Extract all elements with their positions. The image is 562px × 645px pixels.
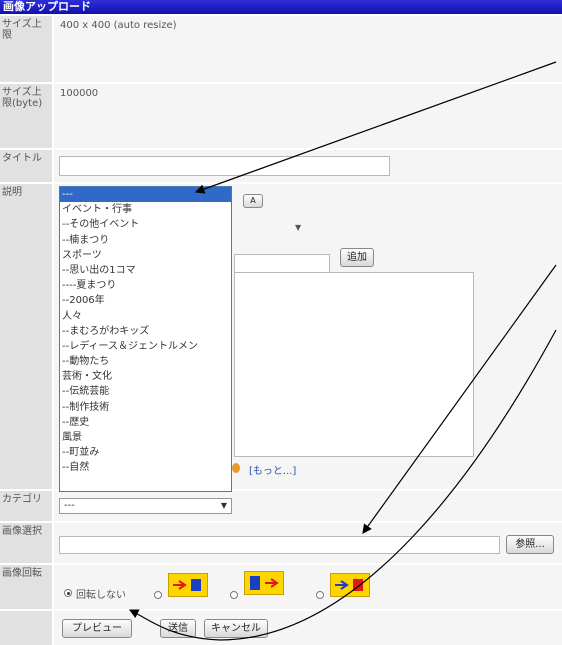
rotate-row: 画像回転 回転しない [0, 565, 562, 609]
rotate-cell [54, 565, 562, 609]
category-label: カテゴリ [0, 491, 52, 521]
title-input[interactable] [59, 156, 390, 176]
file-path-input[interactable] [59, 536, 500, 554]
dropdown-option[interactable]: --自然 [60, 460, 231, 475]
category-dropdown-list[interactable]: --- イベント・行事 --その他イベント --楠まつり スポーツ --思い出の1コマ --… [59, 186, 232, 492]
rotate-180-icon[interactable] [244, 571, 284, 595]
more-link[interactable]: [もっと...] [249, 462, 296, 477]
file-label: 画像選択 [0, 523, 52, 563]
size-limit-value: 400 x 400 (auto resize) [54, 16, 562, 82]
no-rotate-radio[interactable] [64, 589, 72, 597]
rotate-right-icon[interactable] [330, 573, 370, 597]
dropdown-option[interactable]: --その他イベント [60, 217, 231, 232]
dropdown-option[interactable]: --伝統芸能 [60, 384, 231, 399]
dropdown-option[interactable]: 人々 [60, 309, 231, 324]
dropdown-option[interactable]: --思い出の1コマ [60, 263, 231, 278]
rotate-left-radio[interactable] [154, 591, 162, 599]
panel-title: 画像アップロード [0, 0, 562, 14]
title-row: タイトル [0, 150, 562, 182]
byte-limit-label: サイズ上限(byte) [0, 84, 52, 148]
dropdown-option[interactable]: --まむろがわキッズ [60, 324, 231, 339]
description-textarea[interactable] [234, 272, 474, 457]
cancel-button[interactable]: キャンセル [204, 619, 268, 638]
no-rotate-label: 回転しない [76, 590, 126, 601]
size-limit-row: サイズ上限 400 x 400 (auto resize) [0, 16, 562, 82]
rotate-180-radio[interactable] [230, 591, 238, 599]
preview-button[interactable]: プレビュー [62, 619, 132, 638]
dropdown-option[interactable]: --動物たち [60, 354, 231, 369]
rotate-left-icon[interactable] [168, 573, 208, 597]
category-row: カテゴリ --- ▼ [0, 491, 562, 521]
dropdown-option[interactable]: スポーツ [60, 248, 231, 263]
byte-limit-row: サイズ上限(byte) 100000 [0, 84, 562, 148]
add-button[interactable]: 追加 [340, 248, 374, 267]
dropdown-option[interactable]: --歴史 [60, 415, 231, 430]
dropdown-option[interactable]: ----夏まつり [60, 278, 231, 293]
dropdown-option[interactable]: イベント・行事 [60, 202, 231, 217]
dropdown-option[interactable]: --楠まつり [60, 233, 231, 248]
dropdown-option[interactable]: --町並み [60, 445, 231, 460]
rotate-label: 画像回転 [0, 565, 52, 609]
more-icon [232, 463, 240, 473]
dropdown-option[interactable]: --制作技術 [60, 400, 231, 415]
category-select-value: --- [64, 500, 75, 511]
browse-button[interactable]: 参照... [506, 535, 554, 554]
dropdown-option[interactable]: --2006年 [60, 293, 231, 308]
dropdown-option[interactable]: 芸術・文化 [60, 369, 231, 384]
title-label: タイトル [0, 150, 52, 182]
category-select[interactable]: --- ▼ [59, 498, 232, 514]
description-label: 説明 [0, 184, 52, 489]
action-row: プレビュー 送信 キャンセル [0, 611, 562, 645]
dropdown-option[interactable]: --- [60, 187, 231, 203]
size-limit-label: サイズ上限 [0, 16, 52, 82]
dropdown-option[interactable]: --レディース＆ジェントルメン [60, 339, 231, 354]
byte-limit-value: 100000 [54, 84, 562, 148]
tag-input[interactable] [234, 254, 330, 274]
hidden-select-arrow: ▼ [295, 223, 302, 232]
chevron-down-icon: ▼ [220, 501, 227, 510]
dropdown-option[interactable]: 風景 [60, 430, 231, 445]
file-row: 画像選択 参照... [0, 523, 562, 563]
action-label-spacer [0, 611, 52, 645]
send-button[interactable]: 送信 [160, 619, 196, 638]
rotate-right-radio[interactable] [316, 591, 324, 599]
format-button[interactable]: A [243, 194, 263, 208]
